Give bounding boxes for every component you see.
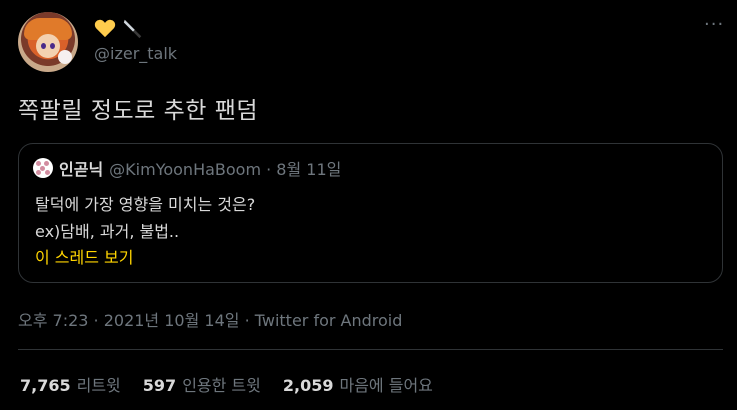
tweet-text: 쪽팔릴 정도로 추한 팬덤: [18, 98, 259, 124]
quoted-display-name: 인곧닉: [59, 160, 104, 179]
likes-count: 2,059: [282, 376, 334, 395]
quoted-tweet-header: 인곧닉 @KimYoonHaBoom · 8월 11일: [33, 158, 342, 179]
quote-tweets-label: 인용한 트윗: [182, 376, 261, 395]
tweet-timestamp: 오후 7:23 · 2021년 10월 14일 · Twitter for An…: [18, 307, 402, 331]
quoted-text-line: ex)담배, 과거, 불법..: [35, 222, 180, 241]
likes-label: 마음에 들어요: [339, 376, 433, 395]
knife-icon: [123, 19, 142, 39]
yellow-heart-icon: [94, 19, 116, 38]
quoted-handle-date: @KimYoonHaBoom · 8월 11일: [109, 160, 342, 179]
avatar-eye: [41, 43, 46, 49]
avatar-flower: [58, 50, 72, 64]
more-options-icon[interactable]: ···: [704, 16, 724, 36]
avatar-eye: [50, 43, 55, 49]
divider: [18, 349, 723, 350]
display-name[interactable]: [94, 15, 144, 41]
avatar-face: [36, 34, 60, 58]
quote-tweets-count: 597: [142, 376, 177, 395]
retweets-stat[interactable]: 7,765 리트윗: [20, 372, 121, 396]
quote-tweets-stat[interactable]: 597 인용한 트윗: [143, 372, 261, 396]
timestamp-text[interactable]: 오후 7:23 · 2021년 10월 14일 ·: [18, 311, 255, 330]
quoted-tweet-card[interactable]: 인곧닉 @KimYoonHaBoom · 8월 11일 탈덕에 가장 영향을 미…: [18, 143, 723, 283]
retweets-count: 7,765: [20, 376, 71, 395]
tweet-stats: 7,765 리트윗 597 인용한 트윗 2,059 마음에 들어요: [20, 372, 433, 396]
user-handle[interactable]: @izer_talk: [94, 44, 177, 63]
likes-stat[interactable]: 2,059 마음에 들어요: [283, 372, 433, 396]
quoted-text-line: 탈덕에 가장 영향을 미치는 것은?: [35, 195, 256, 214]
show-thread-link[interactable]: 이 스레드 보기: [35, 244, 134, 268]
retweets-label: 리트윗: [76, 376, 121, 395]
avatar[interactable]: [18, 12, 78, 72]
tweet-source[interactable]: Twitter for Android: [255, 311, 403, 330]
quoted-avatar: [33, 158, 53, 178]
